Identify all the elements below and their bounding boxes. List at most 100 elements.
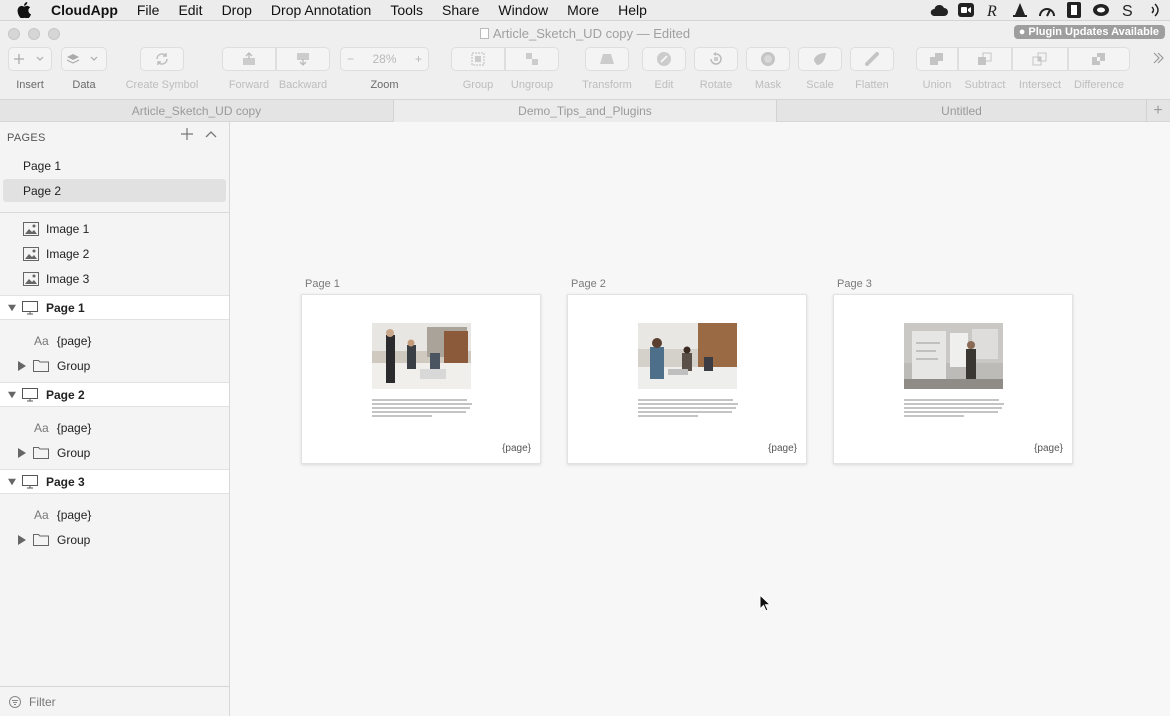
menu-share[interactable]: Share	[442, 2, 479, 18]
forward-tool[interactable]: Forward	[222, 47, 276, 91]
menu-tools[interactable]: Tools	[390, 2, 423, 18]
layer-text-page-3[interactable]: Aa {page}	[0, 502, 229, 527]
text-layer-icon: Aa	[34, 420, 49, 435]
creative-cloud-icon[interactable]	[1092, 1, 1110, 19]
artboard-page-2[interactable]: {page}	[567, 294, 807, 464]
add-page-icon[interactable]	[181, 128, 193, 140]
forward-button[interactable]	[222, 47, 276, 71]
disclosure-down-icon[interactable]	[8, 477, 16, 487]
artboard-2-title[interactable]: Page 2	[571, 278, 606, 290]
insert-tool[interactable]: Insert	[6, 47, 54, 91]
group-tool[interactable]: Group	[451, 47, 505, 91]
tab-untitled[interactable]: Untitled	[777, 100, 1147, 122]
layer-text-page-2[interactable]: Aa {page}	[0, 415, 229, 440]
artboard-page-1[interactable]: {page}	[301, 294, 541, 464]
union-button[interactable]	[916, 47, 958, 71]
page-item-1[interactable]: Page 1	[3, 154, 226, 177]
difference-button[interactable]	[1068, 47, 1130, 71]
page-item-2[interactable]: Page 2	[3, 179, 226, 202]
chevron-double-right-icon[interactable]	[1152, 51, 1164, 65]
intersect-button[interactable]	[1012, 47, 1068, 71]
document-app-icon[interactable]	[1065, 1, 1083, 19]
layer-image-2[interactable]: Image 2	[0, 241, 229, 266]
cloud-icon[interactable]	[930, 1, 948, 19]
edit-tool[interactable]: Edit	[642, 47, 686, 91]
data-button[interactable]	[61, 47, 107, 71]
mouse-cursor-icon	[759, 593, 772, 617]
toolbar: Insert Data Create Symbol Forward Backwa…	[0, 47, 1170, 99]
insert-button[interactable]	[8, 47, 52, 71]
toolbar-overflow[interactable]	[1150, 51, 1166, 68]
layer-image-1[interactable]: Image 1	[0, 216, 229, 241]
filter-input[interactable]: Filter	[29, 695, 56, 709]
backward-button[interactable]	[276, 47, 330, 71]
scale-button[interactable]	[798, 47, 842, 71]
artboard-1-title[interactable]: Page 1	[305, 278, 340, 290]
menu-window[interactable]: Window	[498, 2, 548, 18]
artboard-2-photo[interactable]	[638, 323, 737, 389]
new-tab-button[interactable]: +	[1147, 100, 1169, 121]
menu-app-name[interactable]: CloudApp	[51, 2, 118, 18]
disclosure-down-icon[interactable]	[8, 390, 16, 400]
flatten-button[interactable]	[850, 47, 894, 71]
layer-artboard-page-2[interactable]: Page 2	[0, 382, 229, 407]
wifi-icon[interactable]	[1146, 1, 1164, 19]
vlc-cone-icon[interactable]	[1011, 1, 1029, 19]
disclosure-right-icon[interactable]	[18, 447, 26, 458]
backward-tool[interactable]: Backward	[276, 47, 330, 91]
menu-edit[interactable]: Edit	[178, 2, 202, 18]
disclosure-right-icon[interactable]	[18, 534, 26, 545]
create-symbol-tool[interactable]: Create Symbol	[122, 47, 202, 91]
layer-artboard-page-1[interactable]: Page 1	[0, 295, 229, 320]
menu-more[interactable]: More	[567, 2, 599, 18]
artboard-3-photo[interactable]	[904, 323, 1003, 389]
filter-bar[interactable]: Filter	[0, 686, 229, 716]
layer-group-page-2[interactable]: Group	[0, 440, 229, 465]
mask-tool[interactable]: Mask	[746, 47, 790, 91]
r-app-icon[interactable]: R	[984, 1, 1002, 19]
rotate-tool[interactable]: Rotate	[694, 47, 738, 91]
rotate-button[interactable]	[694, 47, 738, 71]
group-button[interactable]	[451, 47, 505, 71]
zoom-video-icon[interactable]	[957, 1, 975, 19]
gauge-icon[interactable]	[1038, 1, 1056, 19]
layer-group-page-1[interactable]: Group	[0, 353, 229, 378]
difference-tool[interactable]: Difference	[1068, 47, 1130, 91]
artboard-1-photo[interactable]	[372, 323, 471, 389]
menu-drop-annotation[interactable]: Drop Annotation	[271, 2, 371, 18]
dollar-s-icon[interactable]: S	[1119, 1, 1137, 19]
layer-text-page-1[interactable]: Aa {page}	[0, 328, 229, 353]
canvas[interactable]: Page 1 {page} Page 2 {page} Page 3 {page…	[230, 122, 1170, 716]
disclosure-down-icon[interactable]	[8, 303, 16, 313]
tab-article-sketch[interactable]: Article_Sketch_UD copy	[0, 100, 394, 122]
intersect-tool[interactable]: Intersect	[1012, 47, 1068, 91]
transform-tool[interactable]: Transform	[578, 47, 636, 91]
apple-icon[interactable]	[17, 1, 35, 19]
union-tool[interactable]: Union	[916, 47, 958, 91]
menu-help[interactable]: Help	[618, 2, 647, 18]
data-tool[interactable]: Data	[60, 47, 108, 91]
artboard-3-title[interactable]: Page 3	[837, 278, 872, 290]
chevron-up-icon[interactable]	[205, 130, 217, 138]
disclosure-right-icon[interactable]	[18, 360, 26, 371]
plugin-updates-badge[interactable]: ● Plugin Updates Available	[1013, 25, 1165, 39]
scale-tool[interactable]: Scale	[798, 47, 842, 91]
ungroup-tool[interactable]: Ungroup	[505, 47, 559, 91]
mask-button[interactable]	[746, 47, 790, 71]
tab-demo-tips[interactable]: Demo_Tips_and_Plugins	[394, 100, 777, 122]
union-label: Union	[922, 79, 952, 91]
edit-button[interactable]	[642, 47, 686, 71]
layer-artboard-page-3[interactable]: Page 3	[0, 469, 229, 494]
ungroup-button[interactable]	[505, 47, 559, 71]
menu-file[interactable]: File	[137, 2, 160, 18]
subtract-tool[interactable]: Subtract	[958, 47, 1012, 91]
layer-group-page-3[interactable]: Group	[0, 527, 229, 552]
flatten-tool[interactable]: Flatten	[850, 47, 894, 91]
menu-drop[interactable]: Drop	[222, 2, 252, 18]
filter-icon	[9, 695, 21, 708]
create-symbol-button[interactable]	[140, 47, 184, 71]
layer-image-3[interactable]: Image 3	[0, 266, 229, 291]
artboard-page-3[interactable]: {page}	[833, 294, 1073, 464]
transform-button[interactable]	[585, 47, 629, 71]
subtract-button[interactable]	[958, 47, 1012, 71]
